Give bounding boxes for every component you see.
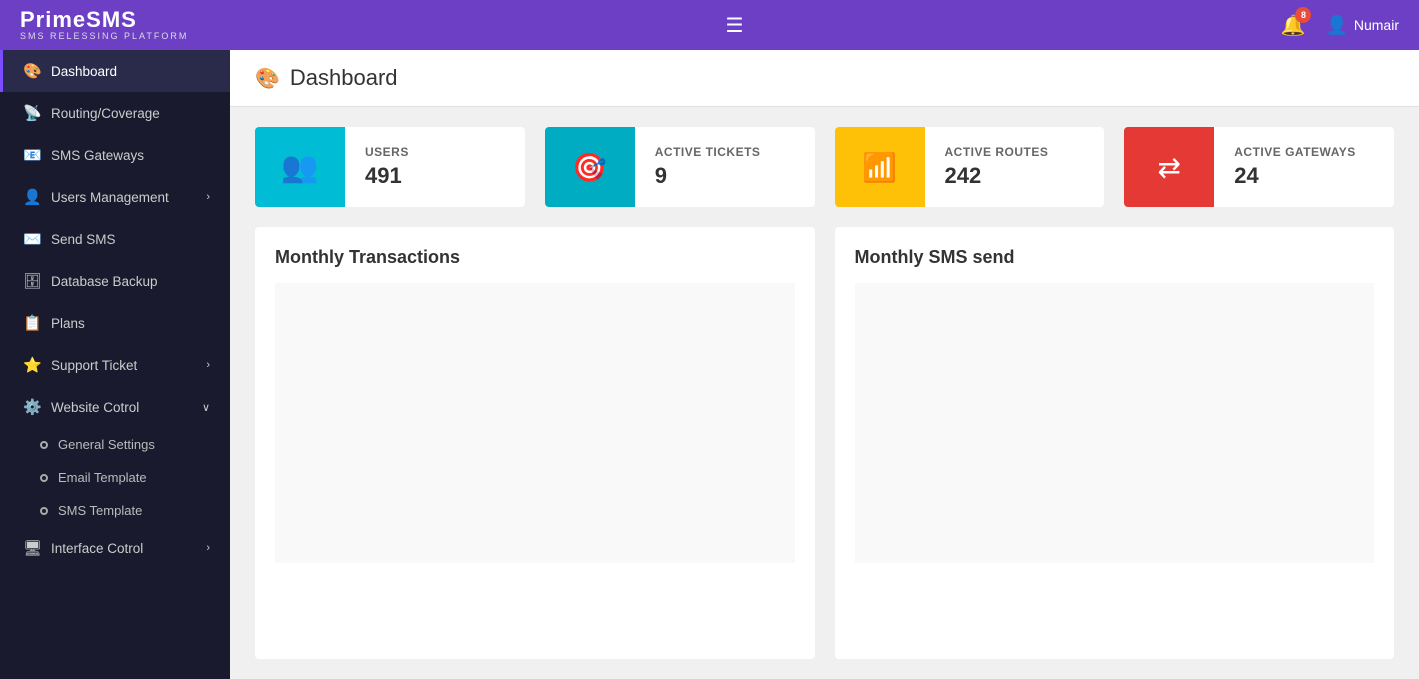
sidebar-item-users-management[interactable]: 👤 Users Management › (0, 176, 230, 218)
stat-card-users: 👥 USERS 491 (255, 127, 525, 207)
sidebar-item-routing-coverage[interactable]: 📡 Routing/Coverage (0, 92, 230, 134)
sidebar-item-label: Website Cotrol (51, 400, 139, 415)
page-header: 🎨 Dashboard (230, 50, 1419, 107)
chart-area-sms-send (855, 283, 1375, 563)
user-name: Numair (1354, 17, 1399, 33)
sidebar: 🎨 Dashboard 📡 Routing/Coverage 📧 SMS Gat… (0, 50, 230, 679)
circle-icon (40, 474, 48, 482)
sidebar-item-send-sms[interactable]: ✉️ Send SMS (0, 218, 230, 260)
chart-title-transactions: Monthly Transactions (275, 247, 795, 268)
user-menu[interactable]: 👤 Numair (1325, 15, 1399, 36)
routing-icon: 📡 (23, 104, 41, 122)
stat-info-users: USERS 491 (345, 130, 429, 204)
chart-title-sms-send: Monthly SMS send (855, 247, 1375, 268)
sidebar-item-label: Users Management (51, 190, 169, 205)
notification-count: 8 (1295, 7, 1311, 23)
layout: 🎨 Dashboard 📡 Routing/Coverage 📧 SMS Gat… (0, 50, 1419, 679)
sidebar-item-label: Interface Cotrol (51, 541, 143, 556)
sidebar-sub-item-label: General Settings (58, 437, 155, 452)
circle-icon (40, 441, 48, 449)
stat-value-tickets: 9 (655, 163, 761, 189)
stat-card-active-gateways: ⇄ ACTIVE GATEWAYS 24 (1124, 127, 1394, 207)
sidebar-item-label: Routing/Coverage (51, 106, 160, 121)
stat-value-routes: 242 (945, 163, 1049, 189)
tickets-icon: 🎯 (572, 151, 607, 184)
stats-row: 👥 USERS 491 🎯 ACTIVE TICKETS 9 📶 (230, 107, 1419, 227)
stat-label-users: USERS (365, 145, 409, 159)
sidebar-item-database-backup[interactable]: 🗄 Database Backup (0, 260, 230, 302)
stat-info-gateways: ACTIVE GATEWAYS 24 (1214, 130, 1376, 204)
charts-row: Monthly Transactions Monthly SMS send (230, 227, 1419, 679)
header-right: 🔔 8 👤 Numair (1281, 13, 1399, 38)
sidebar-item-label: Dashboard (51, 64, 117, 79)
interface-control-icon: 🖥 (23, 539, 41, 557)
sidebar-item-interface-control[interactable]: 🖥 Interface Cotrol › (0, 527, 230, 569)
website-control-icon: ⚙️ (23, 398, 41, 416)
stat-icon-box-gateways: ⇄ (1124, 127, 1214, 207)
sidebar-item-label: Plans (51, 316, 85, 331)
stat-card-active-routes: 📶 ACTIVE ROUTES 242 (835, 127, 1105, 207)
sidebar-sub-item-label: SMS Template (58, 503, 142, 518)
sidebar-sub-item-label: Email Template (58, 470, 147, 485)
user-avatar-icon: 👤 (1325, 15, 1347, 36)
sidebar-item-label: SMS Gateways (51, 148, 144, 163)
stat-icon-box-users: 👥 (255, 127, 345, 207)
expand-arrow: ∨ (202, 401, 210, 414)
sidebar-item-label: Send SMS (51, 232, 116, 247)
circle-icon (40, 507, 48, 515)
chart-card-monthly-sms-send: Monthly SMS send (835, 227, 1395, 659)
gateways-icon: ⇄ (1158, 151, 1181, 184)
stat-info-tickets: ACTIVE TICKETS 9 (635, 130, 781, 204)
plans-icon: 📋 (23, 314, 41, 332)
sidebar-sub-item-email-template[interactable]: Email Template (0, 461, 230, 494)
sidebar-sub-item-general-settings[interactable]: General Settings (0, 428, 230, 461)
stat-card-active-tickets: 🎯 ACTIVE TICKETS 9 (545, 127, 815, 207)
users-management-icon: 👤 (23, 188, 41, 206)
expand-arrow: › (206, 191, 210, 203)
stat-label-tickets: ACTIVE TICKETS (655, 145, 761, 159)
sidebar-item-support-ticket[interactable]: ⭐ Support Ticket › (0, 344, 230, 386)
top-header: PrimeSMS SMS RELESSING PLATFORM ☰ 🔔 8 👤 … (0, 0, 1419, 50)
page-icon: 🎨 (255, 66, 280, 91)
brand-subtitle: SMS RELESSING PLATFORM (20, 32, 188, 42)
brand-title: PrimeSMS (20, 8, 188, 32)
stat-info-routes: ACTIVE ROUTES 242 (925, 130, 1069, 204)
stat-label-routes: ACTIVE ROUTES (945, 145, 1049, 159)
stat-icon-box-tickets: 🎯 (545, 127, 635, 207)
sidebar-item-label: Support Ticket (51, 358, 137, 373)
stat-value-users: 491 (365, 163, 409, 189)
hamburger-button[interactable]: ☰ (725, 13, 743, 38)
users-icon: 👥 (281, 150, 318, 185)
expand-arrow: › (206, 359, 210, 371)
chart-area-transactions (275, 283, 795, 563)
chart-card-monthly-transactions: Monthly Transactions (255, 227, 815, 659)
brand: PrimeSMS SMS RELESSING PLATFORM (20, 8, 188, 42)
sidebar-sub-item-sms-template[interactable]: SMS Template (0, 494, 230, 527)
sidebar-item-label: Database Backup (51, 274, 158, 289)
database-backup-icon: 🗄 (23, 272, 41, 290)
sidebar-item-plans[interactable]: 📋 Plans (0, 302, 230, 344)
stat-label-gateways: ACTIVE GATEWAYS (1234, 145, 1356, 159)
expand-arrow: › (206, 542, 210, 554)
page-title: Dashboard (290, 65, 398, 91)
support-ticket-icon: ⭐ (23, 356, 41, 374)
main-content: 🎨 Dashboard 👥 USERS 491 🎯 ACTIVE TICKET (230, 50, 1419, 679)
routes-icon: 📶 (862, 151, 897, 184)
stat-icon-box-routes: 📶 (835, 127, 925, 207)
sidebar-item-website-control[interactable]: ⚙️ Website Cotrol ∨ (0, 386, 230, 428)
notification-bell[interactable]: 🔔 8 (1281, 13, 1306, 38)
stat-value-gateways: 24 (1234, 163, 1356, 189)
dashboard-icon: 🎨 (23, 62, 41, 80)
sidebar-item-dashboard[interactable]: 🎨 Dashboard (0, 50, 230, 92)
sidebar-item-sms-gateways[interactable]: 📧 SMS Gateways (0, 134, 230, 176)
send-sms-icon: ✉️ (23, 230, 41, 248)
sms-gateways-icon: 📧 (23, 146, 41, 164)
